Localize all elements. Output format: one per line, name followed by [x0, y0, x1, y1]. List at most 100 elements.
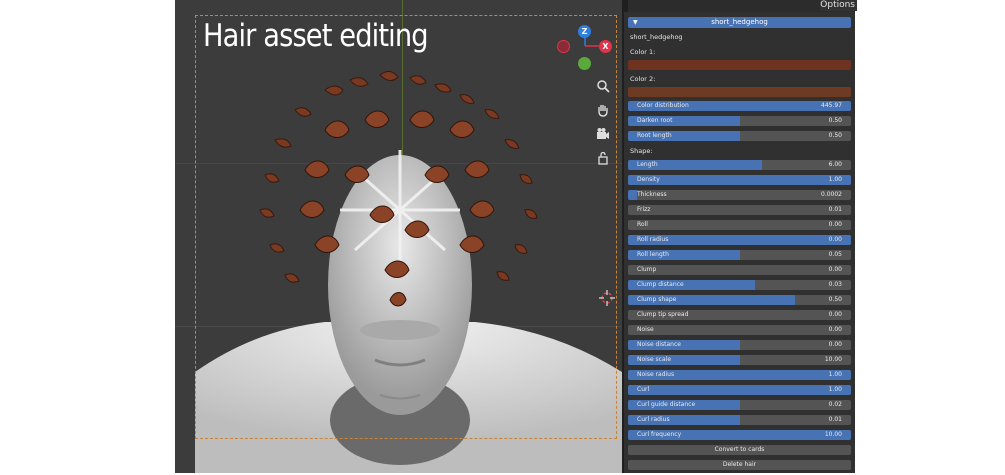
slider-label: Clump shape: [637, 296, 677, 303]
roll-length-slider[interactable]: Roll length 0.05: [628, 250, 851, 260]
camera-frame: [195, 15, 617, 439]
curl-frequency-slider[interactable]: Curl frequency 10.00: [628, 430, 851, 440]
slider-label: Noise: [637, 326, 654, 333]
lock-icon[interactable]: [593, 148, 613, 168]
density-slider[interactable]: Density 1.00: [628, 175, 851, 185]
slider-value: 0.50: [828, 117, 842, 124]
length-slider[interactable]: Length 6.00: [628, 160, 851, 170]
noise-distance-slider[interactable]: Noise distance 0.00: [628, 340, 851, 350]
slider-value: 0.02: [828, 401, 842, 408]
action-buttons: Convert to cards Delete hair: [628, 445, 851, 470]
slider-value: 1.00: [828, 371, 842, 378]
slider-label: Thickness: [637, 191, 667, 198]
slider-value: 0.00: [828, 311, 842, 318]
slider-value: 445.97: [821, 102, 842, 109]
slider-value: 6.00: [828, 161, 842, 168]
slider-value: 0.50: [828, 132, 842, 139]
clump-slider[interactable]: Clump 0.00: [628, 265, 851, 275]
slider-label: Clump: [637, 266, 657, 273]
slider-label: Clump tip spread: [637, 311, 689, 318]
gizmo-z-axis[interactable]: Z: [578, 25, 591, 38]
header-title: short_hedgehog: [711, 18, 768, 26]
slider-value: 0.00: [828, 326, 842, 333]
slider-value: 0.05: [828, 251, 842, 258]
slider-label: Clump distance: [637, 281, 684, 288]
viewport-tools: [593, 76, 615, 172]
navigation-gizmo[interactable]: Z X: [555, 22, 615, 72]
slider-label: Curl frequency: [637, 431, 682, 438]
darken-root-slider[interactable]: Darken root 0.50: [628, 116, 851, 126]
gizmo-neg-x-axis[interactable]: [557, 40, 570, 53]
roll-slider[interactable]: Roll 0.00: [628, 220, 851, 230]
slider-value: 10.00: [824, 431, 842, 438]
asset-name: short_hedgehog: [630, 33, 683, 41]
zoom-icon[interactable]: [593, 76, 613, 96]
color1-label: Color 1:: [630, 48, 656, 56]
noise-scale-slider[interactable]: Noise scale 10.00: [628, 355, 851, 365]
clump-distance-slider[interactable]: Clump distance 0.03: [628, 280, 851, 290]
asset-panel-header[interactable]: ▼ short_hedgehog: [628, 17, 851, 28]
slider-label: Curl: [637, 386, 650, 393]
blender-window: Hair asset editing Z X Options ▼ short_h…: [175, 0, 857, 473]
slider-label: Noise distance: [637, 341, 681, 348]
curl-guide-distance-slider[interactable]: Curl guide distance 0.02: [628, 400, 851, 410]
color2-swatch[interactable]: [628, 87, 851, 97]
slider-value: 0.01: [828, 206, 842, 213]
color1-swatch[interactable]: [628, 60, 851, 70]
slider-label: Root length: [637, 132, 672, 139]
slider-fill: [628, 175, 851, 185]
slider-value: 0.01: [828, 416, 842, 423]
collapse-triangle-icon[interactable]: ▼: [633, 17, 638, 28]
noise-radius-slider[interactable]: Noise radius 1.00: [628, 370, 851, 380]
3d-cursor-icon: [599, 290, 615, 306]
slider-label: Noise radius: [637, 371, 675, 378]
hair-properties-panel: ▼ short_hedgehog short_hedgehog Color 1:…: [624, 12, 855, 473]
slider-label: Color distribution: [637, 102, 689, 109]
slider-value: 0.00: [828, 341, 842, 348]
color-distribution-slider[interactable]: Color distribution 445.97: [628, 101, 851, 111]
slider-value: 0.00: [828, 236, 842, 243]
roll-radius-slider[interactable]: Roll radius 0.00: [628, 235, 851, 245]
slider-value: 1.00: [828, 386, 842, 393]
options-menu[interactable]: Options: [820, 0, 857, 11]
hand-pan-icon[interactable]: [593, 100, 613, 120]
color2-label: Color 2:: [630, 75, 656, 83]
slider-label: Density: [637, 176, 660, 183]
thickness-slider[interactable]: Thickness 0.0002: [628, 190, 851, 200]
slider-label: Length: [637, 161, 658, 168]
gizmo-y-axis[interactable]: [578, 57, 591, 70]
slider-fill: [628, 385, 851, 395]
camera-icon[interactable]: [593, 124, 613, 144]
slider-value: 10.00: [824, 356, 842, 363]
slider-value: 0.0002: [821, 191, 842, 198]
slider-value: 0.03: [828, 281, 842, 288]
slider-value: 0.50: [828, 296, 842, 303]
slider-label: Darken root: [637, 117, 673, 124]
slider-label: Roll radius: [637, 236, 669, 243]
slider-label: Noise scale: [637, 356, 672, 363]
slider-label: Frizz: [637, 206, 651, 213]
shape-label: Shape:: [630, 147, 653, 155]
3d-viewport[interactable]: Hair asset editing Z X: [175, 0, 622, 473]
slider-label: Curl guide distance: [637, 401, 696, 408]
slider-label: Roll length: [637, 251, 669, 258]
convert-to-cards-button[interactable]: Convert to cards: [628, 445, 851, 455]
root-length-slider[interactable]: Root length 0.50: [628, 131, 851, 141]
top-sliders: Color distribution 445.97 Darken root 0.50 R…: [628, 101, 851, 141]
noise-slider[interactable]: Noise 0.00: [628, 325, 851, 335]
delete-hair-button[interactable]: Delete hair: [628, 460, 851, 470]
slider-label: Curl radius: [637, 416, 670, 423]
slider-fill: [628, 190, 637, 200]
frizz-slider[interactable]: Frizz 0.01: [628, 205, 851, 215]
clump-tip-spread-slider[interactable]: Clump tip spread 0.00: [628, 310, 851, 320]
overlay-title: Hair asset editing: [203, 18, 429, 54]
slider-label: Roll: [637, 221, 648, 228]
curl-slider[interactable]: Curl 1.00: [628, 385, 851, 395]
slider-value: 0.00: [828, 266, 842, 273]
clump-shape-slider[interactable]: Clump shape 0.50: [628, 295, 851, 305]
shape-sliders: Length 6.00 Density 1.00 Thickness 0.0002 Friz…: [628, 160, 851, 440]
slider-value: 1.00: [828, 176, 842, 183]
curl-radius-slider[interactable]: Curl radius 0.01: [628, 415, 851, 425]
gizmo-x-axis[interactable]: X: [599, 40, 612, 53]
slider-value: 0.00: [828, 221, 842, 228]
